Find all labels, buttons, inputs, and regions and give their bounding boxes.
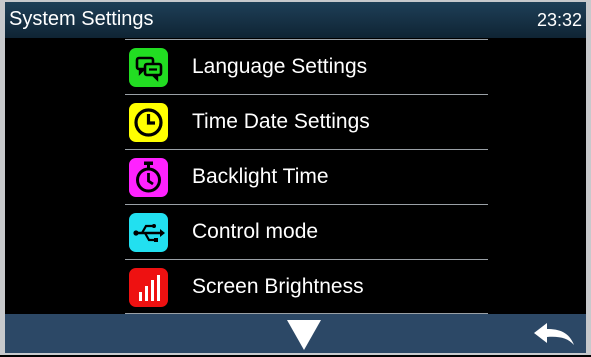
menu-divider <box>125 204 488 205</box>
clock-time: 23:32 <box>536 10 582 30</box>
menu-item-backlight-time[interactable]: Backlight Time <box>125 151 488 204</box>
menu-item-language-settings[interactable]: Language Settings <box>125 41 488 94</box>
stopwatch-icon <box>129 158 168 197</box>
return-arrow-icon <box>534 323 574 345</box>
menu-divider <box>125 94 488 95</box>
menu-item-label: Language Settings <box>192 55 368 78</box>
menu-item-time-date-settings[interactable]: Time Date Settings <box>125 96 488 149</box>
menu-divider <box>125 259 488 260</box>
menu-divider <box>125 39 488 40</box>
title-bar: System Settings 23:32 <box>5 2 586 38</box>
scroll-down-button[interactable] <box>284 318 324 352</box>
menu-item-label: Control mode <box>192 220 319 243</box>
menu-item-control-mode[interactable]: Control mode <box>125 206 488 259</box>
settings-menu: Language Settings Time Date Settings Bac… <box>0 38 591 314</box>
bottom-toolbar <box>5 314 586 353</box>
brightness-bars-icon <box>129 268 168 307</box>
menu-item-label: Screen Brightness <box>192 275 364 298</box>
back-button[interactable] <box>533 320 575 348</box>
triangle-down-icon <box>287 320 321 350</box>
menu-divider <box>125 149 488 150</box>
language-chat-icon <box>129 48 168 87</box>
menu-item-label: Time Date Settings <box>192 110 370 133</box>
menu-item-label: Backlight Time <box>192 165 329 188</box>
usb-icon <box>129 213 168 252</box>
page-title: System Settings <box>9 8 154 30</box>
clock-icon <box>129 103 168 142</box>
menu-item-screen-brightness[interactable]: Screen Brightness <box>125 261 488 314</box>
